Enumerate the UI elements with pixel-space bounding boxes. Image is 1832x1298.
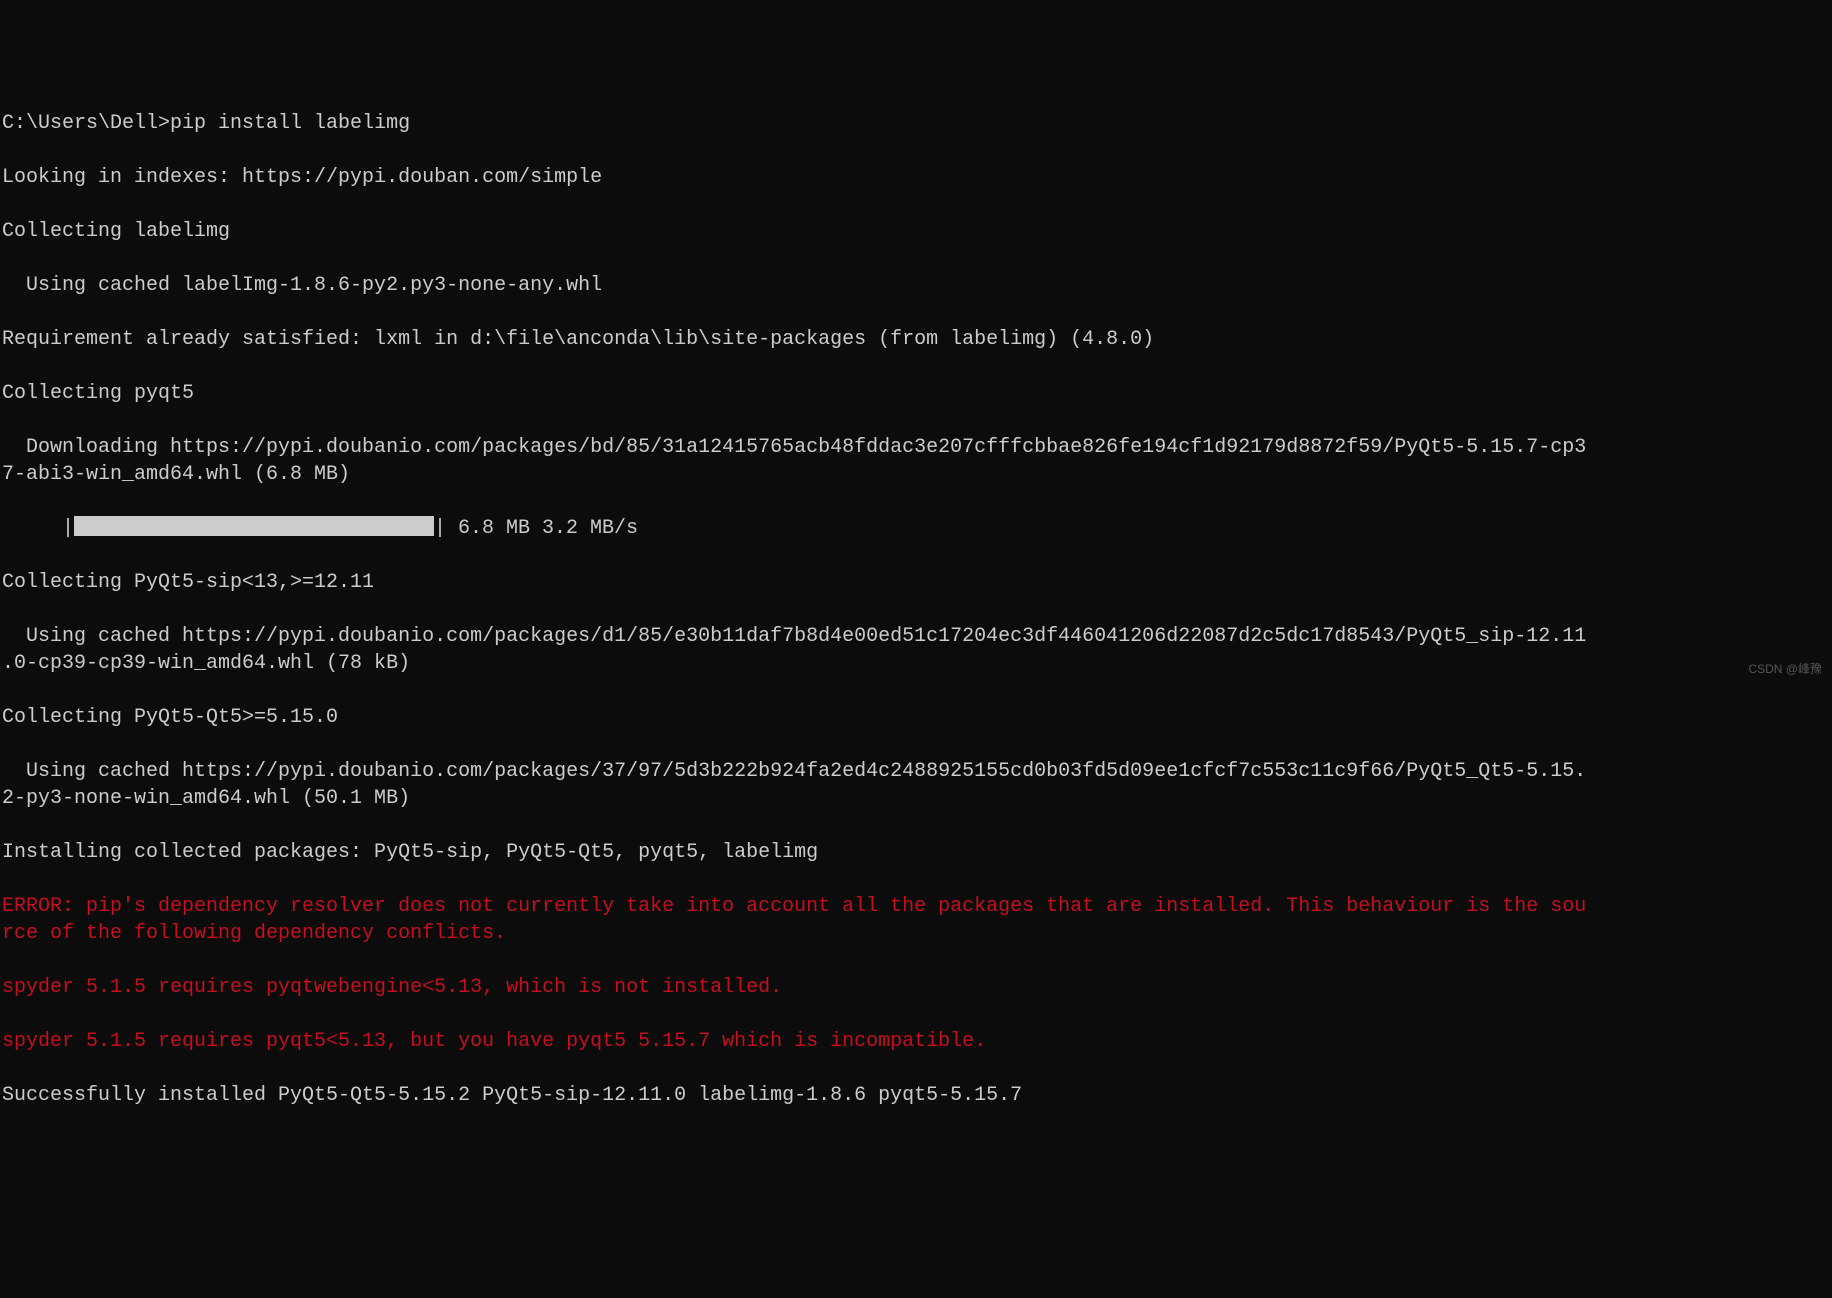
terminal-error-line: spyder 5.1.5 requires pyqt5<5.13, but yo…	[2, 1028, 1832, 1055]
terminal-progress-line: | | 6.8 MB 3.2 MB/s	[2, 515, 1832, 542]
terminal-line: Collecting PyQt5-Qt5>=5.15.0	[2, 704, 1832, 731]
terminal-line: Collecting labelimg	[2, 218, 1832, 245]
progress-bar	[74, 516, 434, 536]
command-text: pip install labelimg	[170, 112, 410, 135]
terminal-error-line: ERROR: pip's dependency resolver does no…	[2, 893, 1832, 947]
terminal-line-prompt: C:\Users\Dell>pip install labelimg	[2, 110, 1832, 137]
terminal-line: Collecting PyQt5-sip<13,>=12.11	[2, 569, 1832, 596]
terminal-line: Requirement already satisfied: lxml in d…	[2, 326, 1832, 353]
terminal-line: Collecting pyqt5	[2, 380, 1832, 407]
prompt-text: C:\Users\Dell>	[2, 112, 170, 135]
watermark-text: CSDN @峰豫	[1748, 656, 1822, 683]
terminal-error-line: spyder 5.1.5 requires pyqtwebengine<5.13…	[2, 974, 1832, 1001]
terminal-line: Successfully installed PyQt5-Qt5-5.15.2 …	[2, 1082, 1832, 1109]
terminal-line: Looking in indexes: https://pypi.douban.…	[2, 164, 1832, 191]
terminal-line: Downloading https://pypi.doubanio.com/pa…	[2, 434, 1832, 488]
terminal-line: Using cached labelImg-1.8.6-py2.py3-none…	[2, 272, 1832, 299]
terminal-line: Using cached https://pypi.doubanio.com/p…	[2, 623, 1832, 677]
terminal-line: Installing collected packages: PyQt5-sip…	[2, 839, 1832, 866]
progress-suffix: | 6.8 MB 3.2 MB/s	[434, 517, 638, 540]
progress-prefix: |	[2, 517, 74, 540]
terminal-line: Using cached https://pypi.doubanio.com/p…	[2, 758, 1832, 812]
